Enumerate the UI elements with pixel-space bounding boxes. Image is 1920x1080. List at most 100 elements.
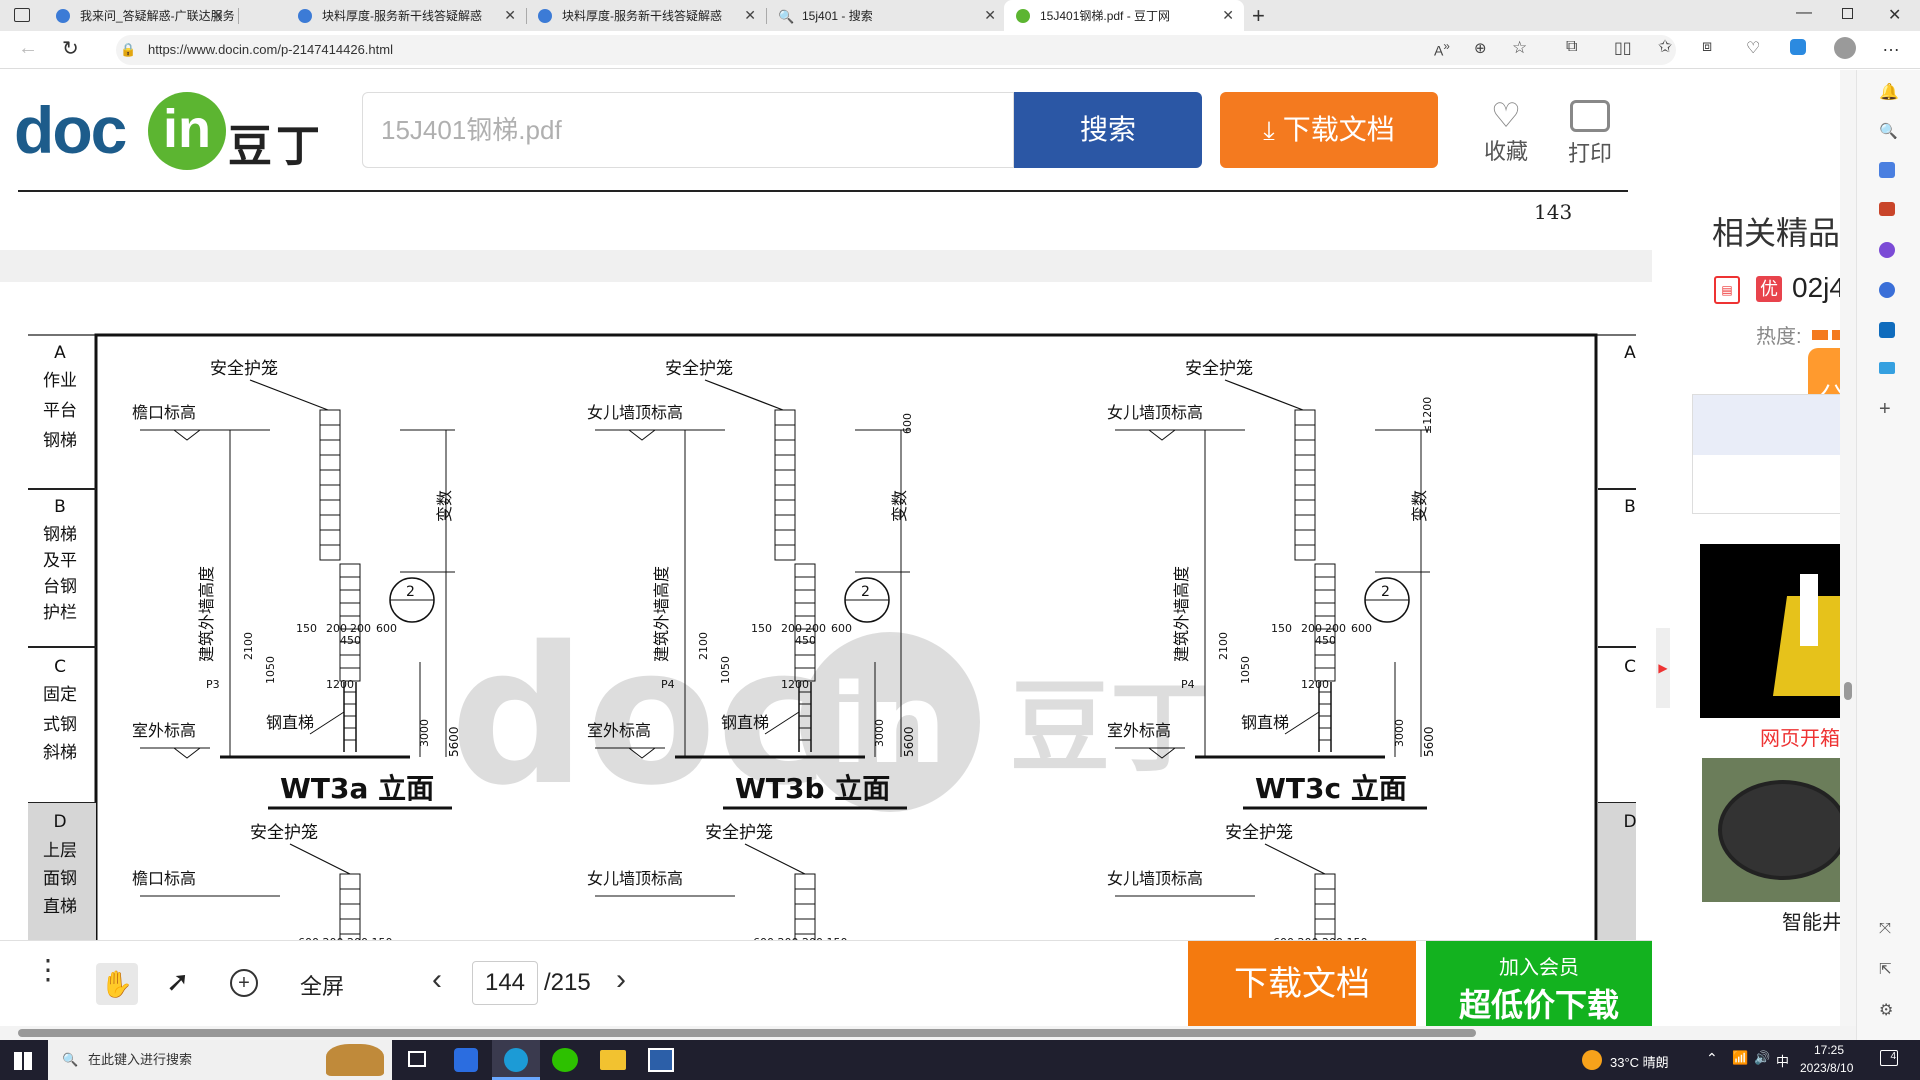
download-document-button[interactable]: ⤓ 下载文档 xyxy=(1220,92,1438,168)
fullscreen-button[interactable]: 全屏 xyxy=(300,969,344,1001)
close-tab-icon[interactable]: ✕ xyxy=(212,7,224,24)
next-page-icon[interactable]: › xyxy=(616,963,626,997)
notification-icon[interactable]: 4 xyxy=(1880,1050,1898,1066)
close-tab-icon[interactable]: ✕ xyxy=(504,7,516,24)
refresh-icon[interactable]: ↻ xyxy=(62,36,79,61)
browser-essentials-icon[interactable]: ♡ xyxy=(1746,38,1760,58)
row-label-b3: 台钢 xyxy=(43,577,77,597)
taskbar-search-input[interactable]: 🔍 在此键入进行搜索 xyxy=(48,1040,392,1080)
search-button[interactable]: 搜索 xyxy=(1014,92,1202,168)
ad-caption-1[interactable]: 网页开箱 xyxy=(1760,722,1840,751)
ad-image-1[interactable] xyxy=(1700,544,1856,718)
bell-icon[interactable]: 🔔 xyxy=(1879,82,1899,102)
taskbar-app-icon[interactable] xyxy=(648,1048,674,1072)
back-icon[interactable]: ← xyxy=(18,37,38,60)
network-icon[interactable]: 📶 xyxy=(1732,1050,1748,1066)
close-window-button[interactable]: ✕ xyxy=(1888,5,1901,25)
profile-avatar[interactable] xyxy=(1834,37,1856,59)
add-sidebar-icon[interactable]: + xyxy=(1879,398,1891,421)
select-tool-icon[interactable]: ➚ xyxy=(166,965,189,998)
browser-tab-1[interactable]: 我来问_答疑解惑-广联达服务新干 ✕ xyxy=(44,0,234,31)
member-top-text: 加入会员 xyxy=(1499,957,1579,979)
taskbar-app-store[interactable] xyxy=(454,1048,478,1072)
search-icon: 🔍 xyxy=(62,1052,79,1067)
vertical-scrollbar[interactable] xyxy=(1840,70,1856,1026)
eave-label: 女儿墙顶标高 xyxy=(1107,869,1203,888)
ime-indicator[interactable]: 中 xyxy=(1776,1051,1789,1070)
dim-label: 450 xyxy=(1315,634,1336,647)
restore-button[interactable] xyxy=(1842,8,1853,19)
print-button[interactable]: 打印 xyxy=(1560,98,1620,168)
taskbar-wechat-icon[interactable] xyxy=(552,1048,578,1072)
games-icon[interactable] xyxy=(1879,242,1895,258)
extensions-icon[interactable]: ⧉ xyxy=(1566,38,1577,56)
tray-chevron-icon[interactable]: ⌃ xyxy=(1706,1050,1718,1067)
lock-icon[interactable]: 🔒 xyxy=(120,35,136,65)
dim-label: 1200 xyxy=(1301,678,1329,691)
settings-gear-icon[interactable]: ⚙ xyxy=(1879,1000,1893,1020)
volume-icon[interactable]: 🔊 xyxy=(1754,1050,1770,1066)
panel-title: WT3a 立面 xyxy=(280,772,434,805)
windows-start-icon[interactable] xyxy=(14,1052,32,1070)
outlook-icon[interactable] xyxy=(1879,322,1895,338)
shopping-icon[interactable] xyxy=(1879,162,1895,178)
taskbar-explorer-icon[interactable] xyxy=(600,1050,626,1070)
open-external-icon[interactable]: ⇱ xyxy=(1879,960,1892,978)
row-letter-right-d: D xyxy=(1623,812,1636,832)
more-menu-icon[interactable]: … xyxy=(1882,35,1900,56)
close-tab-icon[interactable]: ✕ xyxy=(1222,7,1234,24)
collapse-sidebar-handle[interactable]: ▶ xyxy=(1656,628,1670,708)
favorite-star-icon[interactable]: ☆ xyxy=(1512,38,1527,58)
horizontal-scrollbar[interactable] xyxy=(0,1026,1856,1040)
taskbar-edge-icon[interactable] xyxy=(492,1040,540,1080)
search-sidebar-icon[interactable]: 🔍 xyxy=(1879,122,1898,140)
browser-tab-2[interactable]: 块料厚度-服务新干线答疑解惑 ✕ xyxy=(286,0,526,31)
browser-tab-5-active[interactable]: 15J401钢梯.pdf - 豆丁网 ✕ xyxy=(1004,0,1244,31)
close-tab-icon[interactable]: ✕ xyxy=(984,7,996,24)
download-document-button-bottom[interactable]: 下载文档 xyxy=(1188,941,1416,1027)
more-options-icon[interactable]: ⋮ xyxy=(34,956,62,984)
task-view-icon[interactable] xyxy=(408,1051,426,1067)
eave-label: 女儿墙顶标高 xyxy=(587,403,683,422)
search-input[interactable]: 15J401钢梯.pdf xyxy=(362,92,1014,168)
page-number-input[interactable]: 144 xyxy=(472,961,538,1005)
ad-image-2[interactable] xyxy=(1702,758,1856,902)
member-bottom-text: 超低价下载 xyxy=(1458,987,1619,1023)
new-tab-button[interactable]: + xyxy=(1252,3,1265,29)
close-tab-icon[interactable]: ✕ xyxy=(744,7,756,24)
sidebar-hide-icon[interactable]: ⤧ xyxy=(1879,920,1891,937)
weather-text[interactable]: 33°C 晴朗 xyxy=(1610,1052,1669,1071)
clock-time[interactable]: 17:25 xyxy=(1814,1043,1844,1057)
read-aloud-icon[interactable]: A» xyxy=(1434,40,1450,59)
tab-actions-icon[interactable] xyxy=(14,8,30,22)
browser-tab-4[interactable]: 🔍 15j401 - 搜索 ✕ xyxy=(766,0,1006,31)
edge-app-icon[interactable] xyxy=(1790,39,1806,55)
prev-page-icon[interactable]: ‹ xyxy=(432,963,442,997)
ad-caption-2[interactable]: 智能井 xyxy=(1782,906,1842,935)
zoom-in-icon[interactable]: + xyxy=(230,969,258,997)
join-member-button[interactable]: 加入会员 超低价下载 xyxy=(1426,941,1652,1027)
search-icon: 🔍 xyxy=(778,8,795,24)
document-viewer[interactable]: 143 A 作业 平台 钢梯 B 钢梯 及平 台钢 护栏 C 固定 式钢 斜梯 … xyxy=(0,190,1652,940)
weather-icon[interactable] xyxy=(1582,1050,1602,1070)
minimize-button[interactable]: — xyxy=(1796,4,1812,22)
tools-icon[interactable] xyxy=(1879,202,1895,216)
pdf-icon: ▤ xyxy=(1714,276,1740,304)
collections-icon[interactable]: ⧈ xyxy=(1702,38,1712,56)
hand-tool-icon[interactable]: ✋ xyxy=(96,963,138,1005)
split-screen-icon[interactable]: ▯▯ xyxy=(1614,38,1632,58)
send-icon[interactable] xyxy=(1879,362,1895,374)
favorites-icon[interactable]: ✩ xyxy=(1658,37,1672,57)
row-letter-right-a: A xyxy=(1624,343,1636,363)
url-text: https://www.docin.com/p-2147414426.html xyxy=(148,42,393,57)
related-doc-link[interactable]: 02j4 xyxy=(1792,272,1845,304)
browser-tab-3[interactable]: 块料厚度-服务新干线答疑解惑 ✕ xyxy=(526,0,766,31)
print-label: 打印 xyxy=(1567,141,1612,166)
tab-favicon-icon xyxy=(1016,8,1030,23)
clock-date[interactable]: 2023/8/10 xyxy=(1800,1061,1853,1075)
zoom-icon[interactable]: ⊕ xyxy=(1474,39,1487,57)
favorite-button[interactable]: ♡ 收藏 xyxy=(1476,98,1536,166)
office-icon[interactable] xyxy=(1879,282,1895,298)
eave-label: 女儿墙顶标高 xyxy=(587,869,683,888)
row-label-c2: 式钢 xyxy=(43,715,77,735)
